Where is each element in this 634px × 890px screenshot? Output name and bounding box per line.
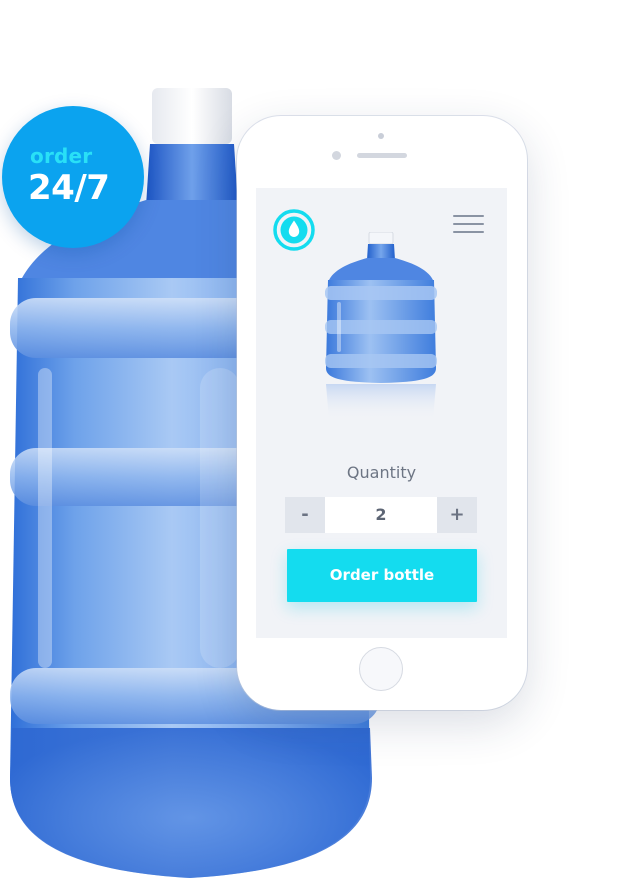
app-screen: Quantity - 2 + Order bottle [256, 188, 507, 638]
water-drop-icon[interactable] [273, 209, 315, 251]
phone-mockup: Quantity - 2 + Order bottle [237, 116, 527, 710]
product-bottle-image [325, 232, 437, 420]
quantity-label: Quantity [346, 463, 417, 482]
phone-sensor [332, 151, 341, 160]
badge-hours-text: 24/7 [28, 168, 110, 208]
decrement-button[interactable]: - [285, 497, 325, 533]
order-bottle-button[interactable]: Order bottle [287, 549, 477, 602]
phone-home-button[interactable] [359, 647, 403, 691]
quantity-stepper[interactable]: - 2 + [285, 497, 477, 533]
phone-speaker [357, 153, 407, 158]
hamburger-menu-icon[interactable] [453, 215, 484, 235]
phone-camera [378, 133, 384, 139]
increment-button[interactable]: + [437, 497, 477, 533]
order-24-7-badge: order 24/7 [2, 106, 144, 248]
quantity-value[interactable]: 2 [325, 497, 437, 533]
badge-order-text: order [30, 144, 93, 168]
